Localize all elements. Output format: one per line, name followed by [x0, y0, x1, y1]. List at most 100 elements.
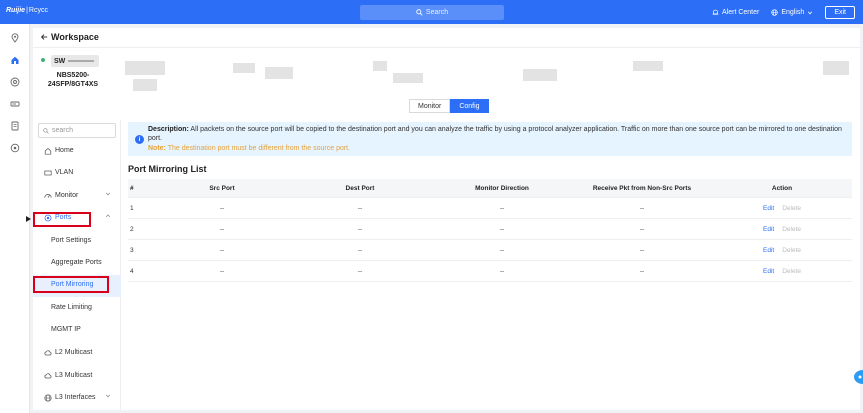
action-cell: Edit Delete	[744, 261, 820, 281]
nav-item-l3-interfaces[interactable]: L3 Interfaces	[33, 388, 121, 408]
nav-item-rate-limiting[interactable]: Rate Limiting	[33, 298, 121, 318]
device-online-dot	[41, 58, 45, 62]
nav-item-label: Aggregate Ports	[51, 259, 102, 266]
nav-item-label: Port Settings	[51, 237, 92, 244]
nav-item-aggregate-ports[interactable]: Aggregate Ports	[33, 253, 121, 273]
chevron-down-icon	[105, 191, 111, 199]
vlan-icon	[43, 168, 53, 178]
redacted-block	[133, 79, 157, 91]
direction-cell: --	[499, 246, 505, 254]
alert-center-label: Alert Center	[722, 9, 760, 16]
receive-cell: --	[639, 246, 645, 254]
nav-item-l3-multicast[interactable]: L3 Multicast	[33, 366, 121, 386]
workspace-header: Workspace	[33, 28, 860, 48]
dest-port-cell: --	[357, 204, 363, 212]
delete-button[interactable]: Delete	[782, 247, 801, 254]
action-cell: Edit Delete	[744, 240, 820, 260]
device-icon[interactable]	[9, 98, 21, 110]
logo: Ruijie|Rcycc	[6, 7, 48, 14]
column-header: Monitor Direction	[475, 184, 529, 192]
edit-button[interactable]: Edit	[763, 247, 774, 254]
nav-item-l2-multicast[interactable]: L2 Multicast	[33, 343, 121, 363]
home-icon[interactable]	[9, 54, 21, 66]
dest-port-cell: --	[357, 225, 363, 233]
highlight-port-mirroring	[33, 276, 109, 293]
nav-item-label: L3 Interfaces	[55, 394, 96, 401]
edit-button[interactable]: Edit	[763, 268, 774, 275]
globe-icon	[771, 9, 779, 16]
device-model: NBS5200-24SFP/8GT4XS	[47, 72, 99, 88]
nav-item-label: MGMT IP	[51, 326, 81, 333]
nav-item-monitor[interactable]: Monitor	[33, 186, 121, 206]
delete-button[interactable]: Delete	[782, 268, 801, 275]
bell-icon	[712, 9, 719, 15]
tab-config[interactable]: Config	[450, 99, 489, 113]
language-select[interactable]: English	[771, 9, 813, 16]
nav-item-label: L2 Multicast	[55, 349, 93, 356]
column-header: Src Port	[209, 184, 235, 192]
search-icon	[43, 127, 49, 134]
logo-separator: |	[26, 7, 28, 14]
nav-item-home[interactable]: Home	[33, 141, 121, 161]
language-label: English	[781, 9, 805, 16]
view-tabs: Monitor Config	[409, 99, 489, 113]
settings-icon[interactable]	[9, 142, 21, 154]
monitor-icon	[43, 191, 53, 201]
table-row: 2 -- -- -- -- Edit Delete	[128, 219, 852, 240]
nav-item-port-settings[interactable]: Port Settings	[33, 231, 121, 251]
redacted-block	[373, 61, 387, 71]
nav-item-label: Rate Limiting	[51, 304, 92, 311]
table-row: 1 -- -- -- -- Edit Delete	[128, 198, 852, 219]
page-title: Workspace	[40, 32, 99, 42]
chevron-down-icon	[105, 393, 111, 401]
redacted-block	[523, 69, 557, 81]
highlight-ports	[33, 212, 91, 227]
note-body: The destination port must be different f…	[167, 145, 351, 152]
description-prefix: Description:	[148, 126, 189, 133]
location-icon[interactable]	[9, 32, 21, 44]
src-port-cell: --	[219, 267, 225, 275]
edit-button[interactable]: Edit	[763, 226, 774, 233]
note-text: Note: The destination port must be diffe…	[148, 145, 350, 152]
direction-cell: --	[499, 204, 505, 212]
port-mirroring-content: i Description: All packets on the source…	[128, 122, 852, 410]
direction-cell: --	[499, 225, 505, 233]
direction-cell: --	[499, 267, 505, 275]
chevron-down-icon	[808, 11, 813, 14]
nav-item-vlan[interactable]: VLAN	[33, 163, 121, 183]
edit-button[interactable]: Edit	[763, 205, 774, 212]
nav-item-label: Monitor	[55, 192, 79, 199]
page-title-text: Workspace	[51, 32, 99, 42]
delete-button[interactable]: Delete	[782, 226, 801, 233]
tab-monitor[interactable]: Monitor	[409, 99, 451, 113]
back-arrow-icon[interactable]	[40, 33, 48, 41]
alert-center-button[interactable]: Alert Center	[712, 9, 759, 16]
log-icon[interactable]	[9, 120, 21, 132]
nav-item-label: L3 Multicast	[55, 372, 93, 379]
redacted-block	[823, 61, 849, 75]
table-row: 3 -- -- -- -- Edit Delete	[128, 240, 852, 261]
exit-button[interactable]: Exit	[825, 6, 855, 19]
global-search-label: Search	[425, 9, 449, 16]
delete-button[interactable]: Delete	[782, 205, 801, 212]
search-icon	[416, 9, 423, 16]
device-ports-graphic	[68, 60, 95, 62]
network-icon[interactable]	[9, 76, 21, 88]
action-cell: Edit Delete	[744, 219, 820, 239]
floating-helper-icon[interactable]	[854, 370, 863, 384]
row-id: 2	[130, 225, 134, 233]
nav-search-input[interactable]: search	[38, 123, 116, 138]
nav-item-mgmt-ip[interactable]: MGMT IP	[33, 320, 121, 340]
nav-item-label: VLAN	[55, 169, 74, 176]
redacted-block	[633, 61, 663, 71]
row-id: 3	[130, 246, 134, 254]
row-id: 1	[130, 204, 134, 212]
src-port-cell: --	[219, 246, 225, 254]
description-banner: i Description: All packets on the source…	[128, 122, 852, 156]
redacted-block	[265, 67, 293, 79]
logo-brand-secondary: Rcycc	[28, 7, 48, 14]
note-prefix: Note:	[148, 145, 166, 152]
side-nav: search Home VLAN Monitor Ports Port Sett…	[33, 120, 121, 410]
global-search-button[interactable]: Search	[360, 5, 504, 20]
redacted-block	[233, 63, 255, 73]
